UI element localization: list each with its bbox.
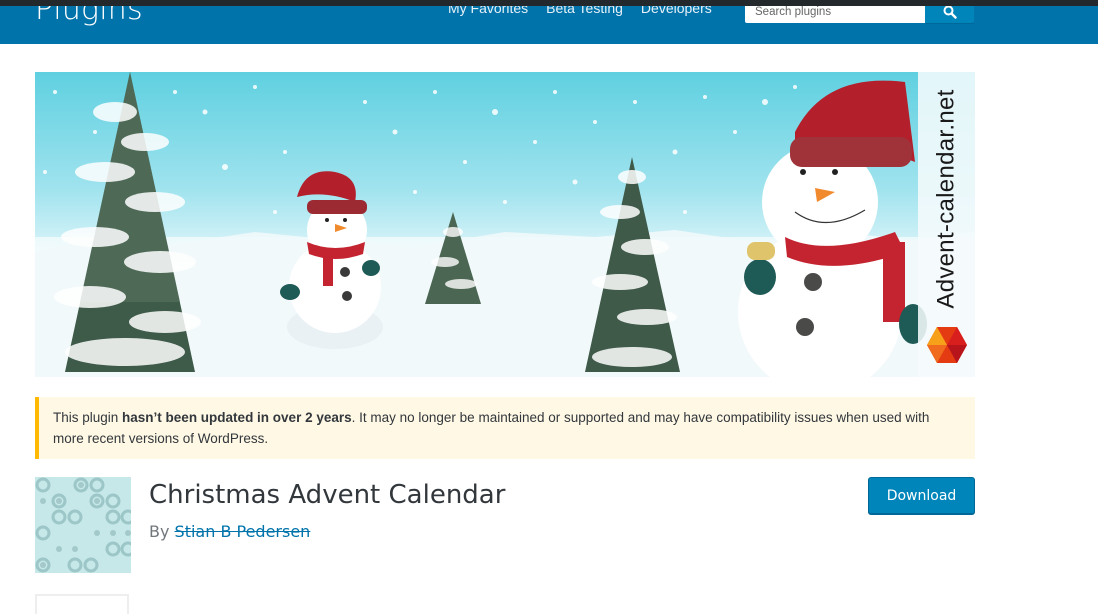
- nav-beta-testing[interactable]: Beta Testing: [546, 6, 623, 16]
- author-link[interactable]: Stian B Pedersen: [175, 522, 311, 541]
- nav-developers[interactable]: Developers: [641, 6, 712, 16]
- banner-brand-text: Advent-calendar.net: [933, 89, 960, 309]
- banner-illustration: [35, 72, 975, 377]
- outdated-notice: This plugin hasn’t been updated in over …: [35, 397, 975, 459]
- plugin-banner: Advent-calendar.net: [35, 72, 975, 377]
- search-input[interactable]: [745, 6, 925, 23]
- plugin-byline: By Stian B Pedersen: [149, 522, 310, 541]
- download-button[interactable]: Download: [868, 477, 975, 514]
- search-icon: [943, 6, 957, 19]
- by-label: By: [149, 522, 175, 541]
- circles-pattern-icon: [35, 477, 131, 573]
- notice-text: This plugin hasn’t been updated in over …: [53, 410, 930, 446]
- plugin-title: Christmas Advent Calendar: [149, 480, 506, 510]
- hexagon-logo-icon: [927, 327, 967, 363]
- tab-details[interactable]: [35, 594, 129, 614]
- nav-my-favorites[interactable]: My Favorites: [448, 6, 528, 16]
- plugin-icon: [35, 477, 131, 573]
- main-nav: My Favorites Beta Testing Developers: [448, 6, 712, 16]
- site-header: Plugins My Favorites Beta Testing Develo…: [0, 6, 1098, 44]
- search-button[interactable]: [925, 6, 974, 23]
- snowman-large: [738, 80, 927, 377]
- pine-tree-large: [54, 72, 201, 372]
- site-title[interactable]: Plugins: [35, 6, 143, 27]
- search-form: [745, 6, 974, 23]
